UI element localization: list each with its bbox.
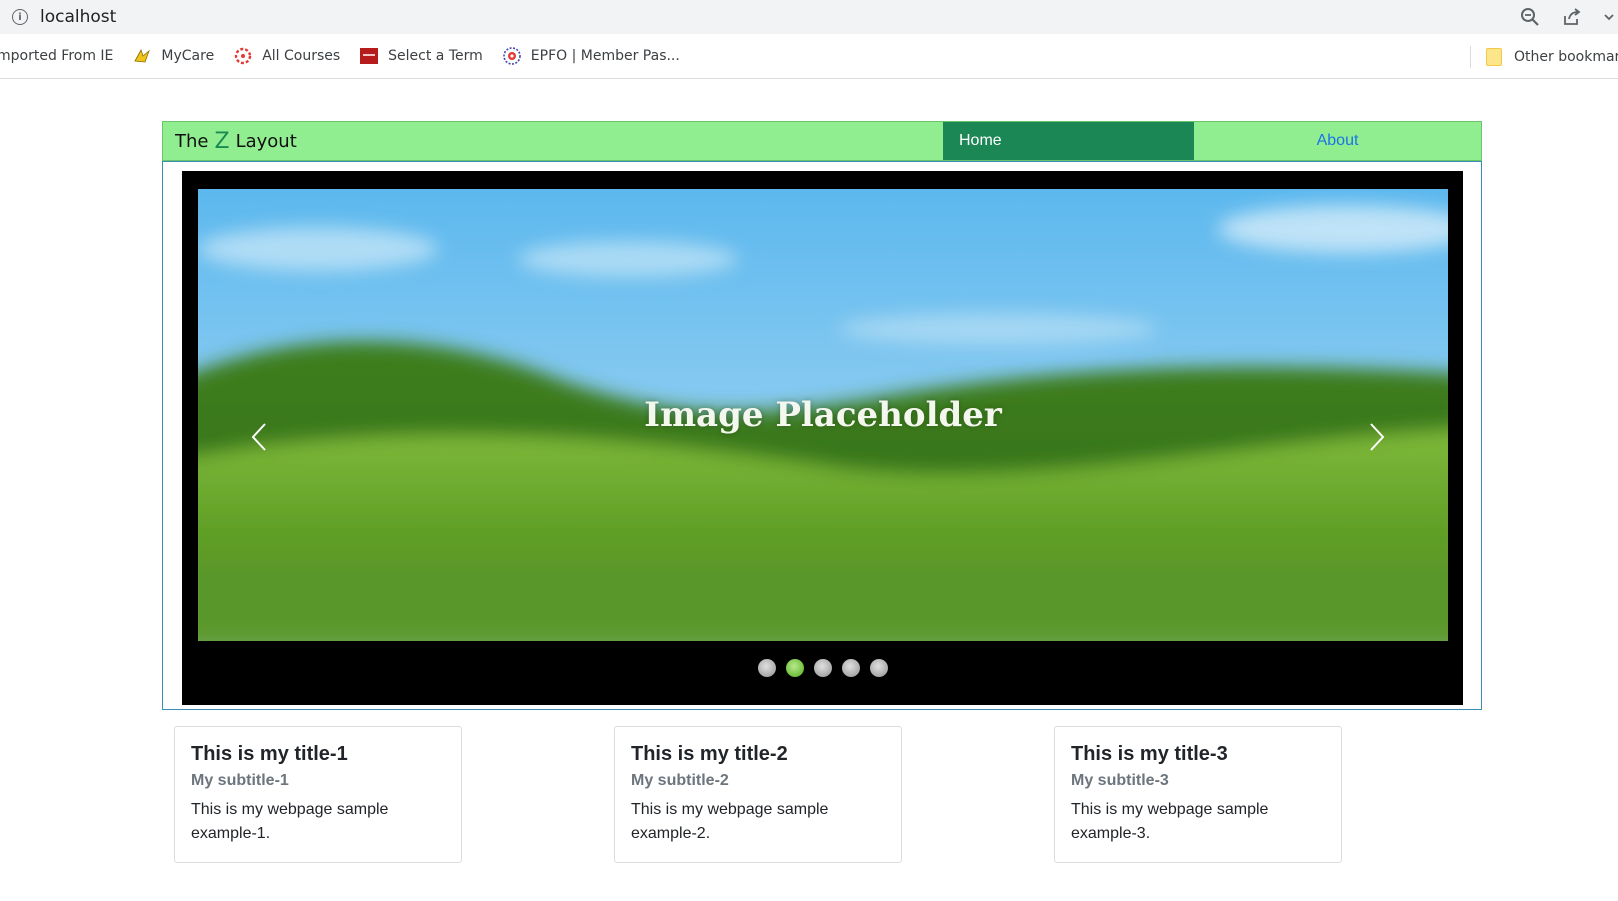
browser-actions [1520,0,1618,34]
carousel-indicator-dot[interactable] [757,659,776,677]
card-text: This is my webpage sample example-2. [631,801,829,842]
brand-suffix: Layout [235,130,297,152]
card-subtitle: My subtitle-1 [191,772,289,789]
carousel-indicator-dot[interactable] [785,659,804,677]
card-title: This is my title-3 [1071,743,1228,765]
carousel-next-button[interactable] [1362,417,1392,457]
bookmark-imported-from-ie[interactable]: mported From IE [0,48,113,64]
nav-home-link[interactable]: Home [943,122,1194,160]
bookmark-select-a-term[interactable]: Select a Term [360,47,483,65]
card-subtitle: My subtitle-2 [631,772,729,789]
term-icon [360,47,379,65]
site-info-icon[interactable]: i [12,9,28,25]
courses-icon [234,47,252,65]
site-header: The Z Layout Home About [162,121,1482,161]
carousel-indicator-dot[interactable] [813,659,832,677]
card-3: This is my title-3 My subtitle-3 This is… [1054,726,1342,863]
carousel-prev-button[interactable] [244,417,274,457]
slide-image: Image Placeholder [198,189,1448,641]
bookmarks-divider [1470,46,1471,68]
card-2: This is my title-2 My subtitle-2 This is… [614,726,902,863]
image-carousel: Image Placeholder [182,171,1463,705]
zoom-icon[interactable] [1520,7,1540,27]
folder-icon [1486,47,1502,66]
card-text: This is my webpage sample example-3. [1071,801,1269,842]
address-bar[interactable]: i localhost [0,0,1618,34]
bookmark-label: MyCare [161,48,215,64]
bookmark-all-courses[interactable]: All Courses [234,47,340,65]
site-brand[interactable]: The Z Layout [163,122,943,160]
chevron-down-icon[interactable] [1604,7,1614,27]
brand-prefix: The [175,130,209,152]
other-bookmarks-label: Other bookmar [1514,48,1618,65]
card-title: This is my title-1 [191,743,348,765]
card-title: This is my title-2 [631,743,788,765]
brand-z-letter: Z [214,128,230,154]
share-icon[interactable] [1562,7,1582,27]
carousel-container: Image Placeholder [162,161,1482,710]
carousel-indicator-dot[interactable] [869,659,888,677]
bookmarks-bar: mported From IE MyCare All Courses Selec… [0,34,1618,79]
bookmark-epfo[interactable]: EPFO | Member Pas... [502,47,680,65]
chevron-left-icon [251,423,266,451]
mycare-icon [133,47,151,65]
card-subtitle: My subtitle-3 [1071,772,1169,789]
image-placeholder-text: Image Placeholder [644,395,1002,435]
bookmark-label: mported From IE [0,48,114,64]
bookmark-label: All Courses [262,48,341,64]
chevron-right-icon [1370,423,1385,451]
other-bookmarks[interactable]: Other bookmar [1486,34,1618,78]
carousel-indicator-dot[interactable] [841,659,860,677]
url-text[interactable]: localhost [40,7,116,27]
nav-about-link[interactable]: About [1194,122,1481,160]
bookmark-label: Select a Term [388,48,483,64]
carousel-indicators [182,659,1463,679]
bookmark-label: EPFO | Member Pas... [530,48,680,64]
epfo-icon [502,47,521,65]
card-text: This is my webpage sample example-1. [191,801,389,842]
card-1: This is my title-1 My subtitle-1 This is… [174,726,462,863]
bookmark-mycare[interactable]: MyCare [133,47,214,65]
